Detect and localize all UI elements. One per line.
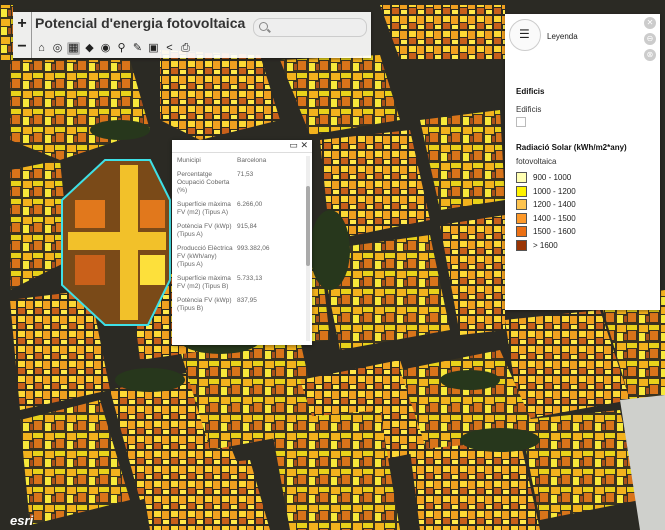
legend-item: 1000 - 1200 [516,185,576,199]
app-title: Potencial d'energia fotovoltaica [35,15,246,31]
legend-item-label: 1400 - 1500 [533,213,576,223]
attribute-key: Municipi [177,157,201,164]
attribute-row: Potència FV (kWp) (Tipus B) 837,95 [177,297,302,319]
attribute-row: Superfície màxima FV (m2) (Tipus B) 5.733… [177,275,302,297]
popup-scrollbar[interactable] [306,156,310,341]
zoom-control: + − [13,12,32,58]
legend-controls: ✕ ⊖ ⊗ [644,17,658,65]
legend-panel: ☰ Leyenda ✕ ⊖ ⊗ Edificis Edificis Radiac… [505,14,660,310]
print-icon[interactable]: ⎙ [179,42,192,55]
feature-popup: ▭ ✕ Municipi Barcelona Percentatge Ocupac… [172,140,312,345]
legend-section-title: Edificis [516,87,545,96]
legend-subtitle: fotovoltaica [516,157,557,166]
search-input[interactable] [253,18,367,37]
attribute-row: Producció Elèctrica FV (kWh/any) (Tipus … [177,245,302,275]
globe-icon[interactable]: ◉ [99,42,112,55]
legend-item-label: Edificis [516,105,542,114]
zoom-in-button[interactable]: + [13,12,31,35]
minimize-icon[interactable]: ⊖ [644,33,656,45]
attribute-row: Percentatge Ocupació Coberta (%) 71,53 [177,171,302,201]
legend-title: Leyenda [547,32,578,41]
toolbar: ⌂ ◎ ▦ ◆ ◉ ⚲ ✎ ▣ < ⎙ [35,41,192,55]
legend-item-label: 1000 - 1200 [533,186,576,196]
attribute-key: Superfície màxima FV (m2) (Tipus A) [177,201,231,216]
list-icon: ☰ [519,27,530,41]
legend-item: > 1600 [516,239,576,253]
attribute-row: Potència FV (kWp) (Tipus A) 915,84 [177,223,302,245]
attribute-table: Municipi Barcelona Percentatge Ocupació C… [177,157,302,319]
popup-header: ▭ ✕ [172,140,312,153]
attribute-value: 915,84 [237,223,257,230]
legend-swatch [516,239,527,251]
attribute-value: 5.733,13 [237,275,263,282]
legend-swatch [516,226,527,238]
attribute-value: 6.266,00 [237,201,263,208]
legend-item-label: 1200 - 1400 [533,200,576,210]
basemap-icon[interactable]: ◆ [83,42,96,55]
legend-swatch [516,185,527,197]
table-icon[interactable]: ▦ [67,41,80,55]
close-icon[interactable]: ✕ [644,17,656,29]
selected-building[interactable] [61,159,171,326]
legend-item: 1400 - 1500 [516,212,576,226]
measure-icon[interactable]: ⚲ [115,42,128,55]
attribute-value: 993.382,06 [237,245,270,252]
attribute-value: Barcelona [237,157,267,164]
attribute-key: Producció Elèctrica FV (kWh/any) (Tipus … [177,245,233,268]
attribute-value: 71,53 [237,171,254,178]
app-header: + − Potencial d'energia fotovoltaica ⌂ ◎… [13,12,371,58]
legend-section-title: Radiació Solar (kWh/m2*any) [516,143,627,152]
legend-item: 900 - 1000 [516,171,576,185]
attribute-key: Percentatge Ocupació Coberta (%) [177,171,230,194]
legend-item-label: > 1600 [533,240,558,250]
scrollbar-thumb[interactable] [306,186,310,266]
attribute-value: 837,95 [237,297,257,304]
draw-icon[interactable]: ✎ [131,42,144,55]
maximize-icon[interactable]: ▭ [289,140,298,150]
legend-item-label: 1500 - 1600 [533,227,576,237]
legend-item: 1500 - 1600 [516,225,576,239]
popup-body: Municipi Barcelona Percentatge Ocupació C… [172,153,304,345]
home-icon[interactable]: ⌂ [35,42,48,55]
attribute-key: Potència FV (kWp) (Tipus A) [177,223,232,238]
legend-item-label: 900 - 1000 [533,173,572,183]
close-icon[interactable]: ✕ [300,140,308,150]
legend-swatch [516,172,527,184]
search-icon [259,22,268,31]
share-icon[interactable]: < [163,42,176,55]
esri-logo: esri [10,513,34,528]
legend-swatch [516,117,526,127]
legend-class-list: 900 - 1000 1000 - 1200 1200 - 1400 1400 … [516,171,576,252]
layers-icon[interactable]: ◎ [51,42,64,55]
legend-swatch [516,199,527,211]
zoom-out-button[interactable]: − [13,35,31,58]
attribute-row: Superfície màxima FV (m2) (Tipus A) 6.266… [177,201,302,223]
collapse-icon[interactable]: ⊗ [644,49,656,61]
legend-swatch [516,212,527,224]
attribute-key: Potència FV (kWp) (Tipus B) [177,297,232,312]
legend-item: 1200 - 1400 [516,198,576,212]
legend-toggle-button[interactable]: ☰ [509,19,541,51]
attribute-key: Superfície màxima FV (m2) (Tipus B) [177,275,231,290]
bookmark-icon[interactable]: ▣ [147,42,160,55]
attribute-row: Municipi Barcelona [177,157,302,171]
